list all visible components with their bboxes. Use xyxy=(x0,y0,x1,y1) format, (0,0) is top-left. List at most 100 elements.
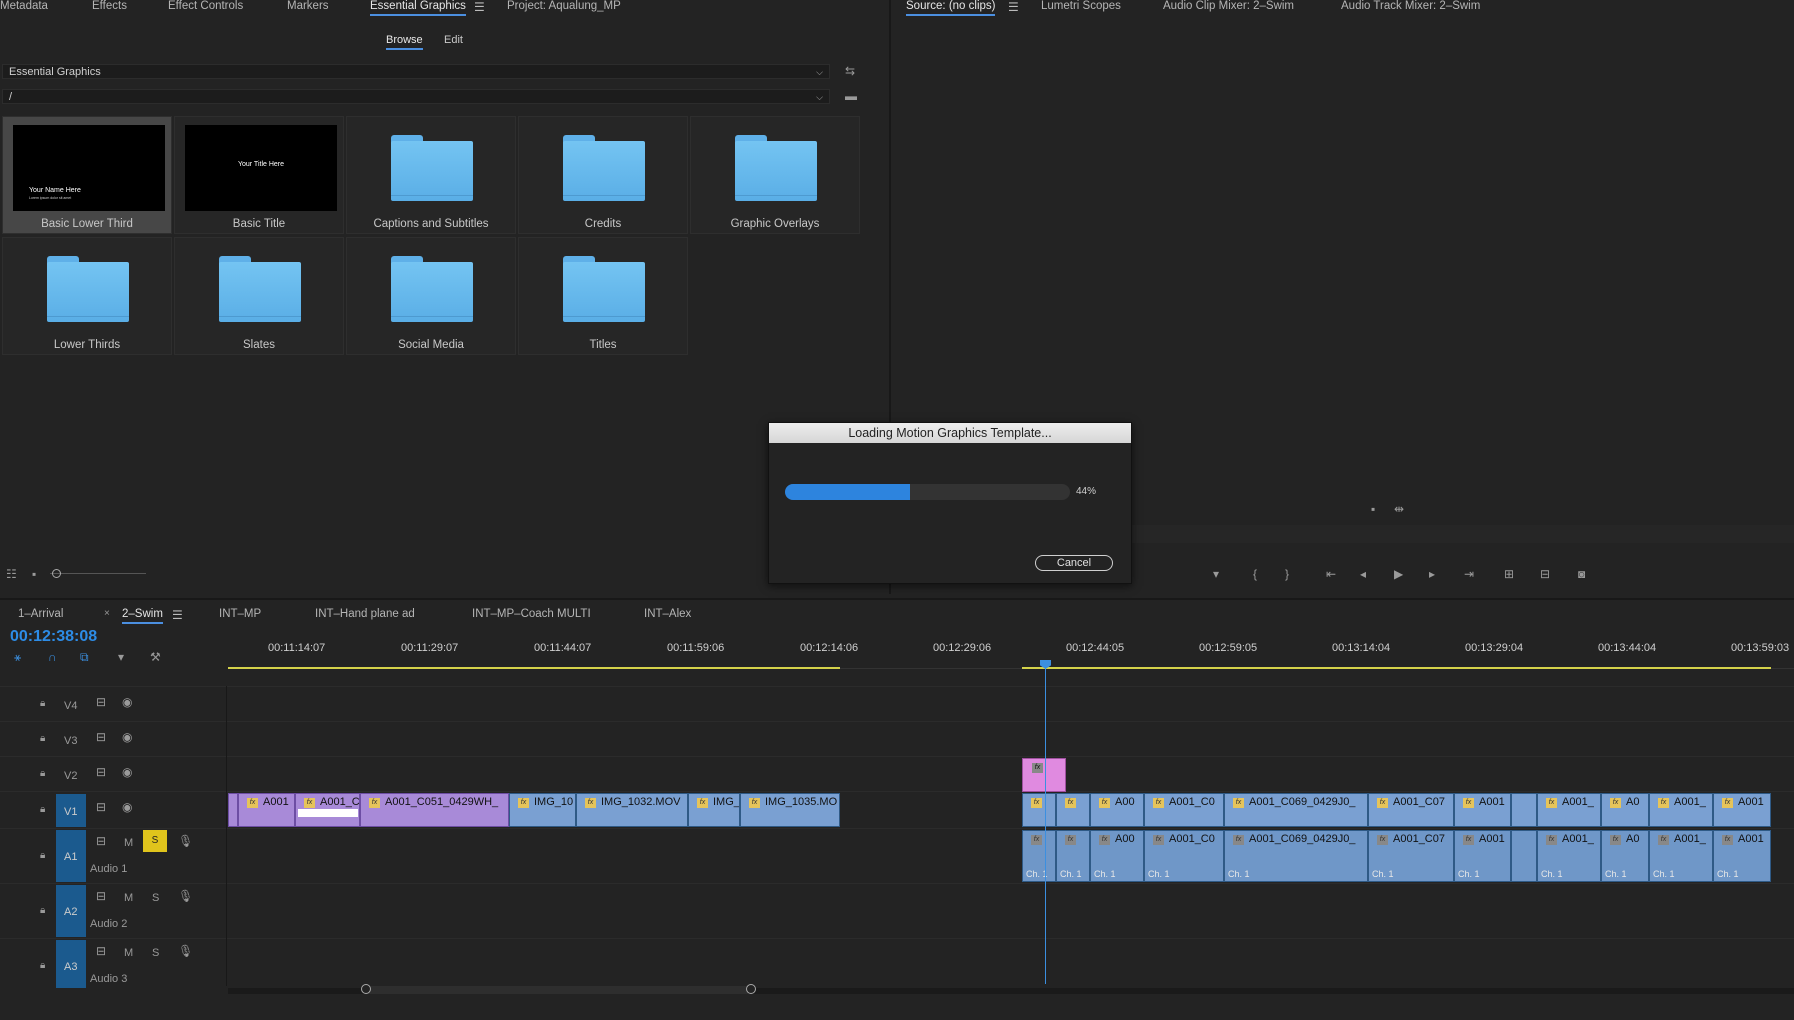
tab-markers[interactable]: Markers xyxy=(287,0,329,12)
audio-clip[interactable]: fx A001_C07 Ch. 1 xyxy=(1368,830,1454,882)
tab-effect-controls[interactable]: Effect Controls xyxy=(168,0,243,12)
video-clip[interactable]: fx A0 xyxy=(1601,793,1649,827)
lock-icon[interactable]: 🔒︎ xyxy=(40,733,45,744)
source-menu-icon[interactable]: ☰ xyxy=(1008,0,1019,14)
video-clip[interactable]: fx xyxy=(1022,793,1056,827)
tab-project[interactable]: Project: Aqualung_MP xyxy=(507,0,621,12)
solo-button[interactable]: S xyxy=(152,947,159,959)
sync-lock-icon[interactable]: ⊟ xyxy=(96,800,106,814)
tab-audio-track-mixer[interactable]: Audio Track Mixer: 2–Swim xyxy=(1341,0,1480,12)
folder-credits[interactable]: Credits xyxy=(518,116,688,234)
audio-clip[interactable] xyxy=(1511,830,1537,882)
seq-tab-alex[interactable]: INT–Alex xyxy=(644,608,691,620)
sync-lock-icon[interactable]: ⊟ xyxy=(96,944,106,958)
scrollbar-thumb[interactable] xyxy=(363,986,751,994)
track-label-v3[interactable]: V3 xyxy=(64,735,77,747)
go-to-in-icon[interactable]: ⇤ xyxy=(1326,567,1336,581)
mute-button[interactable]: M xyxy=(124,837,133,849)
mark-out-icon[interactable]: } xyxy=(1285,567,1289,581)
tab-audio-clip-mixer[interactable]: Audio Clip Mixer: 2–Swim xyxy=(1163,0,1294,12)
insert-icon[interactable]: ⊞ xyxy=(1504,567,1514,581)
scrollbar-right-handle[interactable] xyxy=(746,984,756,994)
video-clip[interactable] xyxy=(228,793,238,827)
library-dropdown[interactable]: Essential Graphics ⌵ xyxy=(2,64,830,79)
sync-lock-icon[interactable]: ⊟ xyxy=(96,695,106,709)
close-icon[interactable]: × xyxy=(104,608,110,619)
playhead-line[interactable] xyxy=(1045,662,1046,984)
zoom-slider-handle[interactable] xyxy=(52,569,61,578)
audio-clip[interactable]: fx A00 Ch. 1 xyxy=(1090,830,1144,882)
audio-clip[interactable]: fx A001_ Ch. 1 xyxy=(1649,830,1713,882)
microphone-icon[interactable]: 🎙︎ xyxy=(178,834,193,848)
track-label-a1[interactable]: A1 xyxy=(64,851,77,863)
video-clip[interactable]: fx IMG_ xyxy=(688,793,740,827)
track-label-a3[interactable]: A3 xyxy=(64,961,77,973)
video-clip[interactable]: fx A001 xyxy=(1454,793,1511,827)
scrollbar-left-handle[interactable] xyxy=(361,984,371,994)
tab-source-monitor[interactable]: Source: (no clips) xyxy=(906,0,996,16)
settings-icon[interactable]: ⇹ xyxy=(1394,502,1404,516)
linked-selection-icon[interactable]: ⧉ xyxy=(80,650,89,665)
lock-icon[interactable]: 🔒︎ xyxy=(40,698,45,709)
template-basic-title[interactable]: Your Title Here Basic Title xyxy=(174,116,344,234)
folder-icon[interactable]: ▬ xyxy=(845,89,857,103)
video-clip[interactable]: fx A001_C0 xyxy=(1144,793,1224,827)
video-clip[interactable]: fx A001_C051_0429WH_ xyxy=(360,793,509,827)
video-clip[interactable]: fx IMG_1035.MO xyxy=(740,793,840,827)
audio-clip[interactable]: fx A001_C0 Ch. 1 xyxy=(1144,830,1224,882)
step-back-icon[interactable]: ◂ xyxy=(1360,567,1366,581)
video-clip[interactable]: fx A001_C069_0429J0_ xyxy=(1224,793,1368,827)
path-dropdown[interactable]: / ⌵ xyxy=(2,89,830,104)
go-to-out-icon[interactable]: ⇥ xyxy=(1464,567,1474,581)
overwrite-icon[interactable]: ⊟ xyxy=(1540,567,1550,581)
lock-icon[interactable]: 🔒︎ xyxy=(40,804,45,815)
video-clip[interactable]: fx A001_C xyxy=(295,793,360,827)
snap-icon[interactable]: ∩ xyxy=(48,650,57,664)
folder-slates[interactable]: Slates xyxy=(174,237,344,355)
play-icon[interactable]: ▶ xyxy=(1394,567,1403,581)
lock-icon[interactable]: 🔒︎ xyxy=(40,960,45,971)
sync-lock-icon[interactable]: ⊟ xyxy=(96,834,106,848)
folder-titles[interactable]: Titles xyxy=(518,237,688,355)
work-area-bar[interactable] xyxy=(1022,667,1771,669)
video-clip[interactable]: fx A00 xyxy=(1090,793,1144,827)
folder-social-media[interactable]: Social Media xyxy=(346,237,516,355)
tab-lumetri-scopes[interactable]: Lumetri Scopes xyxy=(1041,0,1121,12)
video-clip[interactable]: fx A001 xyxy=(1713,793,1771,827)
add-marker-icon[interactable]: ▾ xyxy=(1213,567,1219,581)
lock-icon[interactable]: 🔒︎ xyxy=(40,850,45,861)
mute-button[interactable]: M xyxy=(124,947,133,959)
folder-captions-and-subtitles[interactable]: Captions and Subtitles xyxy=(346,116,516,234)
video-clip[interactable]: fx IMG_10 xyxy=(509,793,576,827)
sync-lock-icon[interactable]: ⊟ xyxy=(96,765,106,779)
video-clip[interactable] xyxy=(1511,793,1537,827)
icon-view-icon[interactable]: ▪ xyxy=(32,567,36,581)
audio-clip[interactable]: fx A0 Ch. 1 xyxy=(1601,830,1649,882)
solo-button[interactable]: S xyxy=(152,892,159,904)
snap-nest-icon[interactable]: ⚹ xyxy=(14,650,21,665)
add-marker-icon[interactable]: ▾ xyxy=(118,650,124,664)
lock-icon[interactable]: 🔒︎ xyxy=(40,905,45,916)
cancel-button[interactable]: Cancel xyxy=(1035,555,1113,571)
video-clip[interactable]: fx A001 xyxy=(238,793,295,827)
audio-clip[interactable]: fx A001 Ch. 1 xyxy=(1454,830,1511,882)
microphone-icon[interactable]: 🎙︎ xyxy=(178,944,193,958)
wrench-icon[interactable]: ⚒ xyxy=(150,650,161,664)
track-label-v4[interactable]: V4 xyxy=(64,700,77,712)
audio-clip[interactable]: fx A001_C069_0429J0_ Ch. 1 xyxy=(1224,830,1368,882)
step-forward-icon[interactable]: ▸ xyxy=(1429,567,1435,581)
video-clip[interactable]: fx A001_ xyxy=(1537,793,1601,827)
video-clip[interactable]: fx A001_ xyxy=(1649,793,1713,827)
seq-tab-int-mp[interactable]: INT–MP xyxy=(219,608,261,620)
timecode-display[interactable]: 00:12:38:08 xyxy=(10,628,97,646)
time-ruler[interactable] xyxy=(228,638,1794,669)
audio-clip[interactable]: fx A001 Ch. 1 xyxy=(1713,830,1771,882)
work-area-bar[interactable] xyxy=(228,667,840,669)
eye-icon[interactable]: ◉ xyxy=(122,695,132,709)
video-clip[interactable]: fx xyxy=(1056,793,1090,827)
audio-clip[interactable]: fx Ch. 1 xyxy=(1022,830,1056,882)
camera-icon[interactable]: ◙ xyxy=(1578,567,1585,581)
zoom-slider[interactable] xyxy=(50,573,146,574)
solo-button-active[interactable]: S xyxy=(143,830,167,852)
video-clip[interactable]: fx IMG_1032.MOV xyxy=(576,793,688,827)
